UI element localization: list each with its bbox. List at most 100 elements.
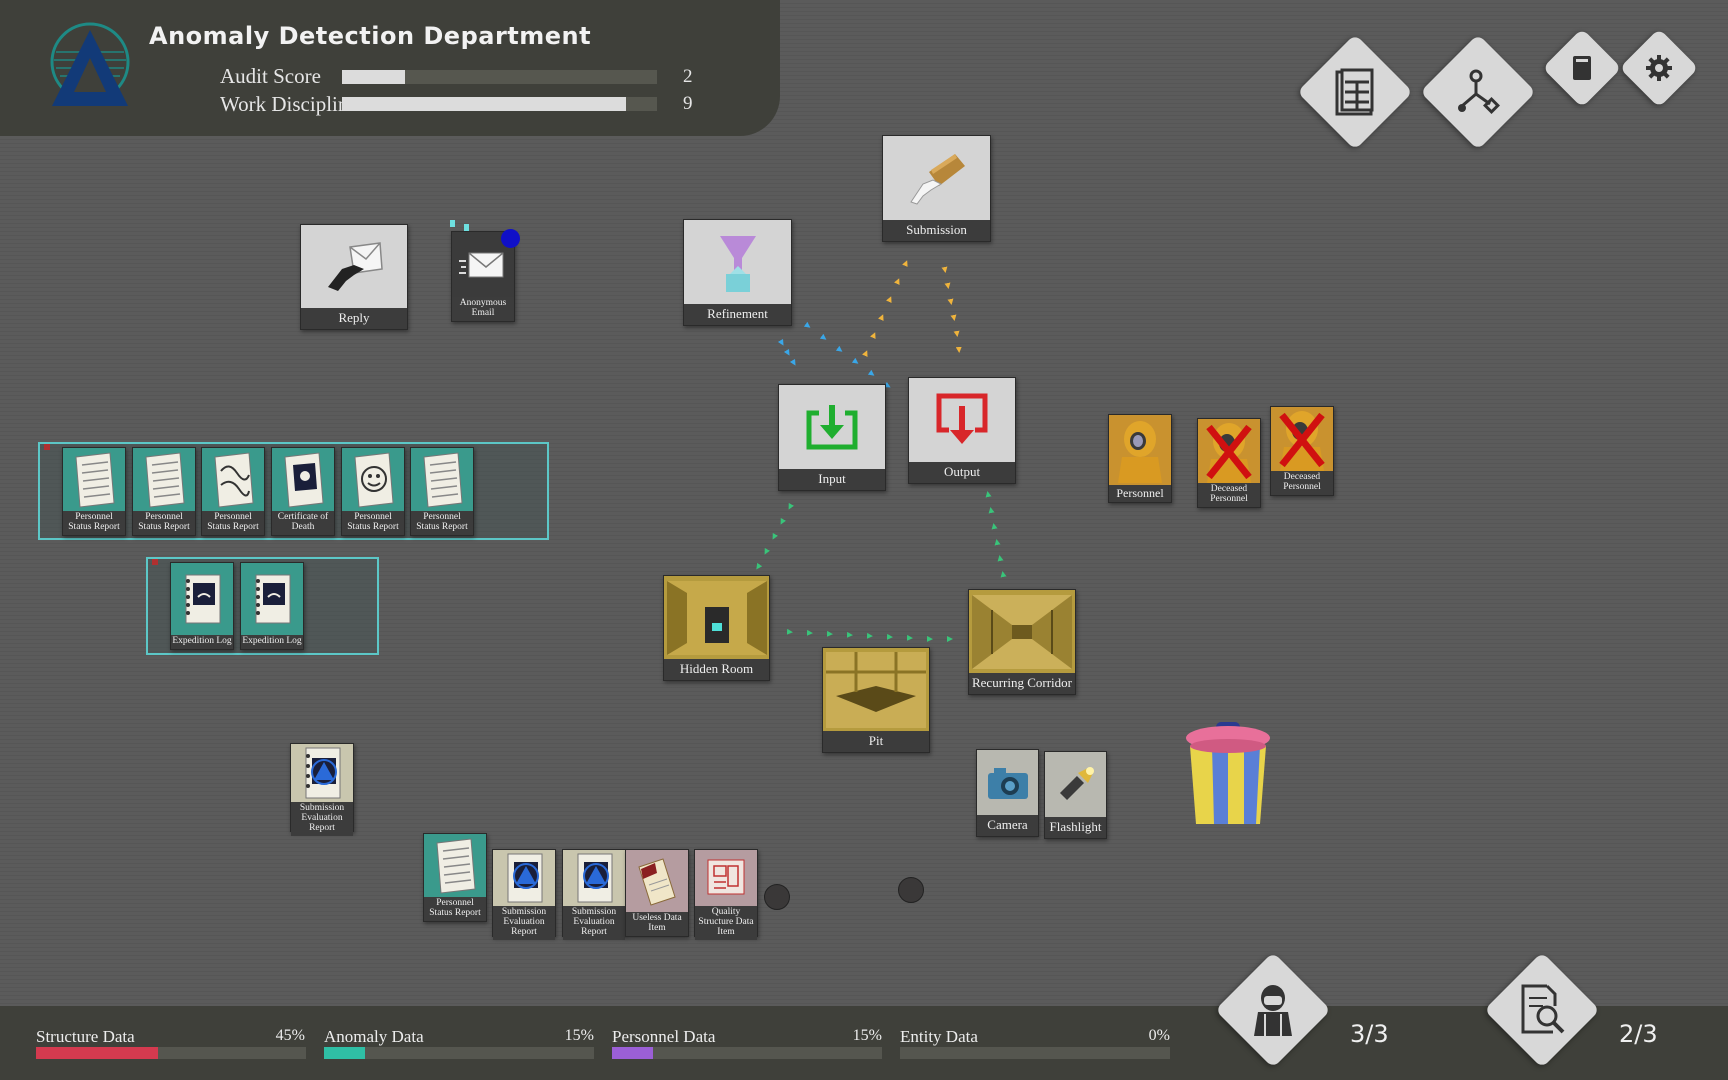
structure-data-percent: 45% [275,1027,305,1044]
file-cabinet-icon [1335,68,1374,116]
certificate-of-death-card[interactable]: Certificate of Death [271,447,335,536]
hazmat-personnel-icon [1118,421,1162,484]
arrow-submission-to-output [941,266,962,353]
card-label: Expedition Log [241,635,303,649]
personnel-status-report-card[interactable]: Personnel Status Report [132,447,196,536]
document-search-icon [1521,984,1565,1034]
personnel-data-track [612,1047,882,1059]
upload-tray-icon [936,393,988,445]
hand-letter-icon [328,241,383,291]
scribbled-document-icon [214,451,254,508]
submission-node[interactable]: Submission [882,135,991,242]
flashlight-label: Flashlight [1045,817,1106,838]
output-label: Output [909,462,1015,483]
anomaly-data-fill [324,1047,365,1059]
anomaly-data-label: Anomaly Data [324,1027,424,1046]
hand-folder-icon [909,154,965,205]
pit-label: Pit [823,731,929,752]
personnel-status-report-card[interactable]: Personnel Status Report [410,447,474,536]
pit-card[interactable]: Pit [822,647,930,753]
output-node[interactable]: Output [908,377,1016,484]
submission-label: Submission [883,220,990,241]
stack-marker [152,559,158,565]
evaluation-report-icon [507,853,543,903]
trash-can-icon[interactable] [1182,720,1274,830]
card-label: Personnel Status Report [411,511,473,535]
hidden-room-card[interactable]: Hidden Room [663,575,770,681]
card-label: Quality Structure Data Item [695,906,757,940]
anonymous-email-label: Anonymous Email [452,297,514,321]
structure-data-label: Structure Data [36,1027,135,1046]
book-icon [1573,56,1591,80]
investigation-button[interactable] [1482,950,1602,1070]
personnel-status-report-card[interactable]: Personnel Status Report [341,447,405,536]
input-label: Input [779,469,885,490]
connection-arrows [756,260,1007,642]
camera-card[interactable]: Camera [976,749,1039,837]
personnel-card[interactable]: Personnel [1108,414,1172,503]
refinement-node[interactable]: Refinement [683,219,792,326]
card-label: Submission Evaluation Report [291,802,353,836]
arrow-corridor-to-output [985,491,1007,578]
flashlight-card[interactable]: Flashlight [1044,751,1107,839]
stack-marker [44,444,50,450]
personnel-status-report-card[interactable]: Personnel Status Report [201,447,265,536]
card-label: Personnel Status Report [133,511,195,535]
document-icon [436,837,476,894]
deceased-personnel-icon [1279,411,1325,472]
personnel-roster-button[interactable] [1213,950,1333,1070]
personnel-data-label: Personnel Data [612,1027,716,1046]
download-tray-icon [806,405,858,450]
card-label: Personnel Status Report [202,511,264,535]
flowchart-icon [1458,69,1500,114]
card-label: Certificate of Death [272,511,334,535]
selection-marker [450,220,455,227]
personnel-counter: 3/3 [1350,1020,1389,1048]
reply-node[interactable]: Reply [300,224,408,330]
camera-icon [987,767,1028,799]
personnel-status-report-card[interactable]: Personnel Status Report [423,833,487,922]
personnel-data-fill [612,1047,653,1059]
deceased-personnel-card[interactable]: Deceased Personnel [1197,418,1261,508]
expedition-log-card[interactable]: Expedition Log [170,562,234,650]
submission-evaluation-report-card[interactable]: Submission Evaluation Report [290,743,354,836]
card-label: Personnel Status Report [342,511,404,535]
notebook-icon [255,574,291,624]
funnel-icon [719,236,756,293]
quality-structure-data-item-card[interactable]: Quality Structure Data Item [694,849,758,940]
notification-dot [501,229,520,248]
recurring-corridor-card[interactable]: Recurring Corridor [968,589,1076,695]
submission-evaluation-report-card[interactable]: Submission Evaluation Report [492,849,556,940]
useless-data-item-card[interactable]: Useless Data Item [625,849,689,937]
refinement-label: Refinement [684,304,791,325]
document-icon [423,451,463,508]
reply-label: Reply [301,308,407,329]
card-label: Personnel Status Report [424,897,486,921]
arrow-hidden-room-to-corridor [786,628,953,642]
camera-label: Camera [977,815,1038,836]
entity-data-track [900,1047,1170,1059]
expedition-log-card[interactable]: Expedition Log [240,562,304,650]
personnel-label: Personnel [1109,485,1171,502]
card-label: Submission Evaluation Report [563,906,625,940]
deceased-personnel-card[interactable]: Deceased Personnel [1270,406,1334,496]
deceased-personnel-icon [1206,423,1252,484]
deceased-personnel-label: Deceased Personnel [1271,471,1333,495]
notebook-icon [185,574,221,624]
anomaly-data-percent: 15% [564,1027,594,1044]
folder-icon [638,858,676,906]
card-label: Submission Evaluation Report [493,906,555,940]
evaluation-report-icon [305,747,341,799]
card-label: Personnel Status Report [63,511,125,535]
hidden-room-icon [666,580,767,655]
personnel-data-percent: 15% [852,1027,882,1044]
personnel-status-report-card[interactable]: Personnel Status Report [62,447,126,536]
document-icon [75,451,115,508]
empty-slot-token[interactable] [764,884,790,910]
empty-slot-token[interactable] [898,877,924,903]
input-node[interactable]: Input [778,384,886,491]
submission-evaluation-report-card[interactable]: Submission Evaluation Report [562,849,626,940]
arrow-refinement-to-input [777,338,796,366]
structure-data-fill [36,1047,158,1059]
corridor-icon [972,594,1072,669]
